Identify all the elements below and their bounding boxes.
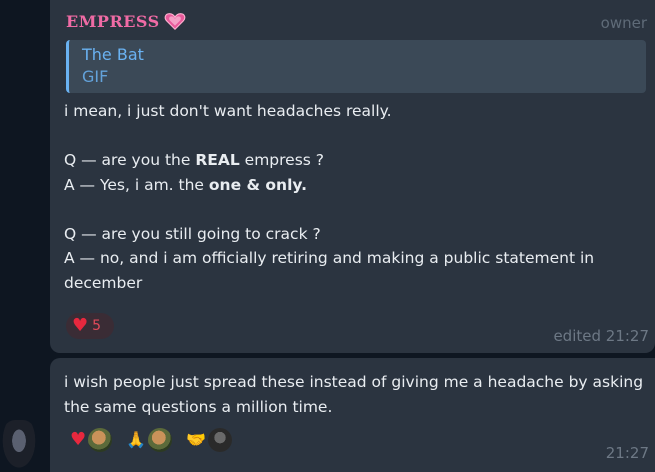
handshake-icon: 🤝 (186, 430, 206, 449)
message-line: A — no, and i am officially retiring and… (64, 249, 600, 292)
reactor-avatar (88, 428, 113, 452)
timestamp: 21:27 (605, 444, 649, 462)
reply-type: GIF (82, 67, 109, 86)
reaction-heart[interactable]: ♥ 5 (66, 313, 114, 339)
message-bubble[interactable]: EMPRESS owner The Bat GIF i mean, i just… (50, 0, 655, 353)
reaction-row: ♥ 🙏 🤝 (70, 428, 232, 452)
message-text: i mean, i just don't want headaches real… (64, 99, 644, 295)
reaction-handshake[interactable]: 🤝 (186, 428, 232, 452)
heart-icon: ♥ (72, 315, 89, 336)
edited-timestamp: edited 21:27 (553, 327, 649, 345)
reaction-count: 5 (92, 318, 102, 334)
message-line: Q — are you the REAL empress ? (64, 151, 325, 169)
message-line: Q — are you still going to crack ? (64, 224, 321, 243)
reactor-avatar (148, 428, 173, 452)
role-badge: owner (600, 14, 647, 32)
sender-name[interactable]: EMPRESS (66, 10, 186, 32)
message-bubble[interactable]: i wish people just spread these instead … (50, 358, 655, 472)
message-text: i wish people just spread these instead … (64, 373, 648, 416)
reaction-folded-hands[interactable]: 🙏 (126, 428, 173, 452)
reply-quote[interactable]: The Bat GIF (66, 40, 646, 93)
folded-hands-icon: 🙏 (126, 430, 147, 449)
user-avatar[interactable] (0, 420, 38, 472)
message-line: A — Yes, i am. the one & only. (64, 175, 307, 194)
reply-title: The Bat (82, 45, 144, 64)
sender-label: EMPRESS (66, 11, 160, 31)
heart-icon: ♥ (70, 429, 87, 450)
reaction-heart[interactable]: ♥ (70, 428, 113, 452)
message-line: i mean, i just don't want headaches real… (64, 102, 392, 120)
reactor-avatar (207, 428, 232, 452)
heart-badge-icon (164, 13, 186, 31)
